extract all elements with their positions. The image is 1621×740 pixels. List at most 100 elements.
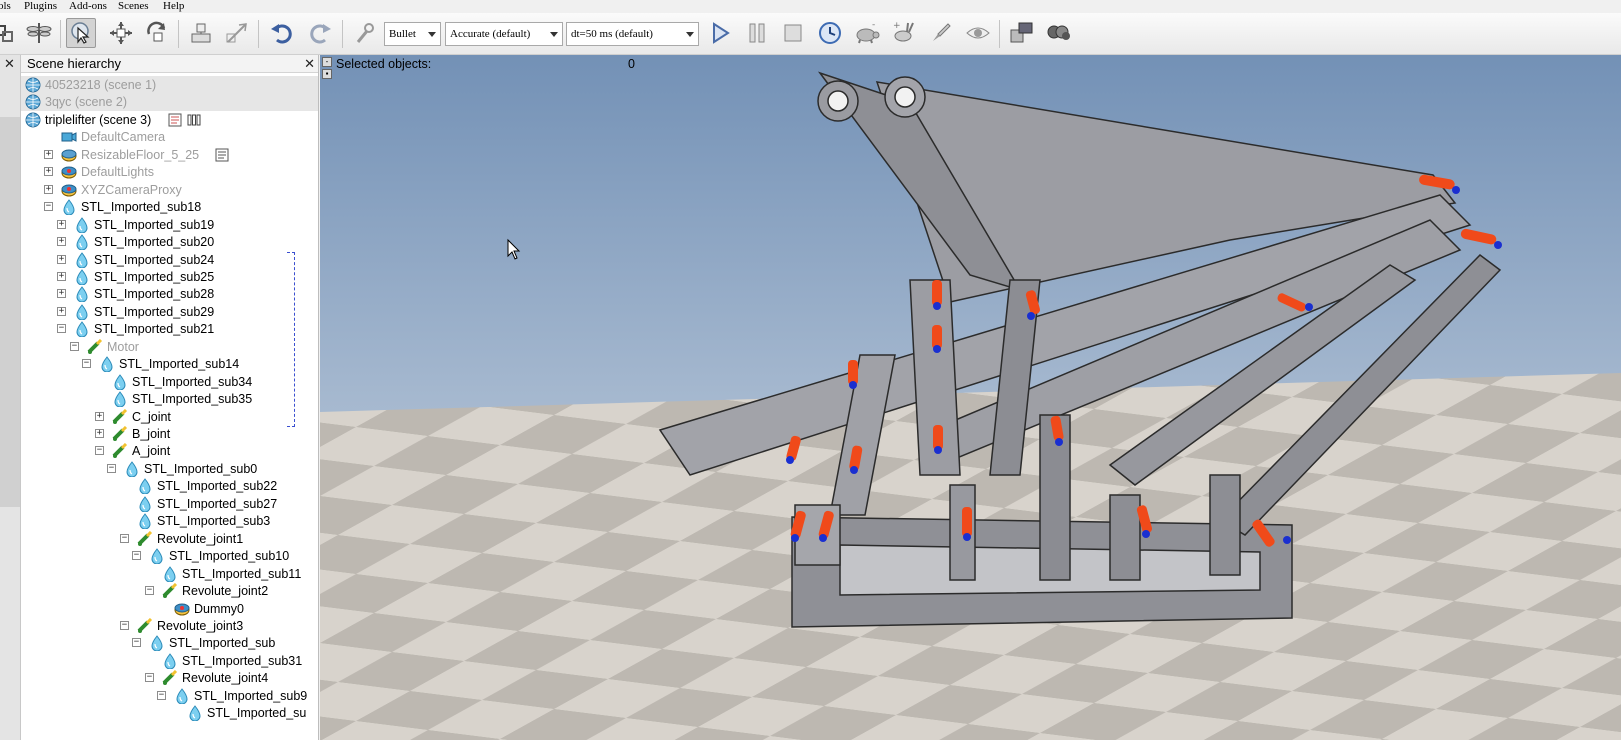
hierarchy-row[interactable]: + STL_Imported_sub28 bbox=[21, 285, 318, 303]
collapse-icon[interactable]: − bbox=[132, 638, 141, 648]
hierarchy-row[interactable]: + STL_Imported_sub24 bbox=[21, 251, 318, 269]
hierarchy-row[interactable]: − A_joint bbox=[21, 442, 318, 460]
script-icon[interactable] bbox=[214, 147, 230, 163]
hierarchy-row-label: A_joint bbox=[132, 444, 171, 459]
assemble-icon[interactable] bbox=[186, 18, 216, 48]
expand-icon[interactable]: + bbox=[57, 271, 66, 281]
close-panel-icon[interactable]: ✕ bbox=[4, 56, 15, 72]
rotate-object-icon[interactable] bbox=[142, 18, 172, 48]
hierarchy-row[interactable]: − Revolute_joint4 bbox=[21, 669, 318, 687]
collapse-icon[interactable]: − bbox=[120, 533, 129, 543]
hierarchy-row-label: B_joint bbox=[132, 427, 171, 441]
menu-addons[interactable]: Add-ons bbox=[69, 0, 107, 12]
expand-icon[interactable]: + bbox=[57, 219, 66, 229]
page-selector-icon[interactable] bbox=[1007, 18, 1037, 48]
collapse-icon[interactable]: − bbox=[44, 202, 53, 212]
viewport-minimize-icon[interactable]: - bbox=[322, 57, 332, 67]
accuracy-select[interactable]: Accurate (default) bbox=[445, 22, 563, 46]
hierarchy-row[interactable]: triplelifter (scene 3) bbox=[21, 111, 318, 129]
hierarchy-row[interactable]: − STL_Imported_sub9 bbox=[21, 687, 318, 705]
menu-plugins[interactable]: Plugins bbox=[24, 0, 57, 12]
hierarchy-row[interactable]: − STL_Imported_sub0 bbox=[21, 460, 318, 478]
collapse-icon[interactable]: − bbox=[132, 551, 141, 561]
hierarchy-row[interactable]: + B_joint bbox=[21, 425, 318, 443]
hierarchy-row[interactable]: + DefaultLights bbox=[21, 163, 318, 181]
collapse-icon[interactable]: − bbox=[57, 324, 66, 334]
play-icon[interactable] bbox=[705, 18, 735, 48]
3d-viewport[interactable]: - ▪ Selected objects: 0 bbox=[320, 55, 1621, 740]
hierarchy-row[interactable]: + C_joint bbox=[21, 408, 318, 426]
menu-help[interactable]: Help bbox=[163, 0, 184, 12]
selected-objects-info: Selected objects: 0 bbox=[336, 57, 635, 71]
hierarchy-row[interactable]: STL_Imported_sub31 bbox=[21, 652, 318, 670]
collapse-icon[interactable]: − bbox=[120, 620, 129, 630]
click-select-icon[interactable] bbox=[66, 18, 96, 48]
expand-icon[interactable]: + bbox=[44, 149, 53, 159]
hierarchy-row[interactable]: + STL_Imported_sub20 bbox=[21, 233, 318, 251]
hierarchy-row[interactable]: DefaultCamera bbox=[21, 128, 318, 146]
hierarchy-row[interactable]: STL_Imported_sub3 bbox=[21, 512, 318, 530]
expand-icon[interactable]: + bbox=[95, 411, 104, 421]
move-object-icon[interactable] bbox=[106, 18, 136, 48]
collapse-icon[interactable]: − bbox=[95, 446, 104, 456]
redo-icon[interactable] bbox=[305, 18, 335, 48]
menu-scenes[interactable]: Scenes bbox=[118, 0, 149, 12]
hierarchy-row[interactable]: STL_Imported_sub35 bbox=[21, 390, 318, 408]
collapse-icon[interactable]: − bbox=[107, 463, 116, 473]
expand-icon[interactable]: + bbox=[57, 237, 66, 247]
hierarchy-row[interactable]: − STL_Imported_sub14 bbox=[21, 355, 318, 373]
script-icon[interactable] bbox=[167, 112, 183, 128]
scene-selector-icon[interactable] bbox=[1044, 18, 1074, 48]
hierarchy-row[interactable]: − STL_Imported_sub bbox=[21, 634, 318, 652]
eye-icon[interactable] bbox=[963, 18, 993, 48]
hierarchy-row[interactable]: STL_Imported_sub27 bbox=[21, 495, 318, 513]
hierarchy-row[interactable]: + STL_Imported_sub29 bbox=[21, 303, 318, 321]
expand-icon[interactable]: + bbox=[57, 306, 66, 316]
hierarchy-row[interactable]: + XYZCameraProxy bbox=[21, 181, 318, 199]
hierarchy-row[interactable]: 40523218 (scene 1) bbox=[21, 76, 318, 94]
close-icon[interactable]: ✕ bbox=[304, 57, 315, 70]
hierarchy-row[interactable]: − Revolute_joint3 bbox=[21, 617, 318, 635]
hierarchy-row[interactable]: − STL_Imported_sub21 bbox=[21, 320, 318, 338]
hierarchy-row[interactable]: + STL_Imported_sub25 bbox=[21, 268, 318, 286]
collapse-icon[interactable]: − bbox=[145, 673, 154, 683]
realtime-clock-icon[interactable] bbox=[815, 18, 845, 48]
rabbit-fast-icon[interactable]: + bbox=[889, 18, 919, 48]
hierarchy-row[interactable]: − Revolute_joint1 bbox=[21, 530, 318, 548]
hierarchy-row[interactable]: Dummy0 bbox=[21, 600, 318, 618]
viewport-menu-icon[interactable]: ▪ bbox=[322, 69, 332, 79]
hierarchy-row[interactable]: STL_Imported_sub22 bbox=[21, 477, 318, 495]
menu-tools[interactable]: ols bbox=[0, 0, 11, 12]
hierarchy-row[interactable]: STL_Imported_sub34 bbox=[21, 373, 318, 391]
expand-icon[interactable]: + bbox=[44, 184, 53, 194]
selection-icon[interactable] bbox=[0, 18, 20, 48]
collapse-icon[interactable]: − bbox=[82, 359, 91, 369]
expand-icon[interactable]: + bbox=[44, 167, 53, 177]
collapse-icon[interactable]: − bbox=[145, 586, 154, 596]
collapse-icon[interactable]: − bbox=[70, 341, 79, 351]
expand-icon[interactable]: + bbox=[95, 429, 104, 438]
turtle-slow-icon[interactable]: - bbox=[852, 18, 882, 48]
hierarchy-row[interactable]: − Revolute_joint2 bbox=[21, 582, 318, 600]
transfer-dna-icon[interactable] bbox=[222, 18, 252, 48]
collapse-icon[interactable]: − bbox=[157, 690, 166, 700]
dragonfly-icon[interactable] bbox=[24, 18, 54, 48]
rocket-icon[interactable] bbox=[926, 18, 956, 48]
hierarchy-row[interactable]: − STL_Imported_sub10 bbox=[21, 547, 318, 565]
hierarchy-row[interactable]: + ResizableFloor_5_25 bbox=[21, 146, 318, 164]
hierarchy-row[interactable]: 3qyc (scene 2) bbox=[21, 93, 318, 112]
scene-render[interactable] bbox=[320, 55, 1621, 740]
hierarchy-row[interactable]: STL_Imported_su bbox=[21, 704, 318, 722]
pause-icon[interactable] bbox=[742, 18, 772, 48]
physics-engine-select[interactable]: Bullet bbox=[384, 22, 441, 46]
hierarchy-row[interactable]: STL_Imported_sub11 bbox=[21, 565, 318, 583]
customization-script-icon[interactable] bbox=[186, 112, 202, 128]
expand-icon[interactable]: + bbox=[57, 289, 66, 299]
timestep-select[interactable]: dt=50 ms (default) bbox=[566, 22, 699, 46]
hierarchy-row[interactable]: − Motor bbox=[21, 338, 318, 356]
stop-icon[interactable] bbox=[778, 18, 808, 48]
hierarchy-row[interactable]: + STL_Imported_sub19 bbox=[21, 216, 318, 234]
hierarchy-row[interactable]: − STL_Imported_sub18 bbox=[21, 198, 318, 216]
expand-icon[interactable]: + bbox=[57, 254, 66, 264]
undo-icon[interactable] bbox=[267, 18, 297, 48]
